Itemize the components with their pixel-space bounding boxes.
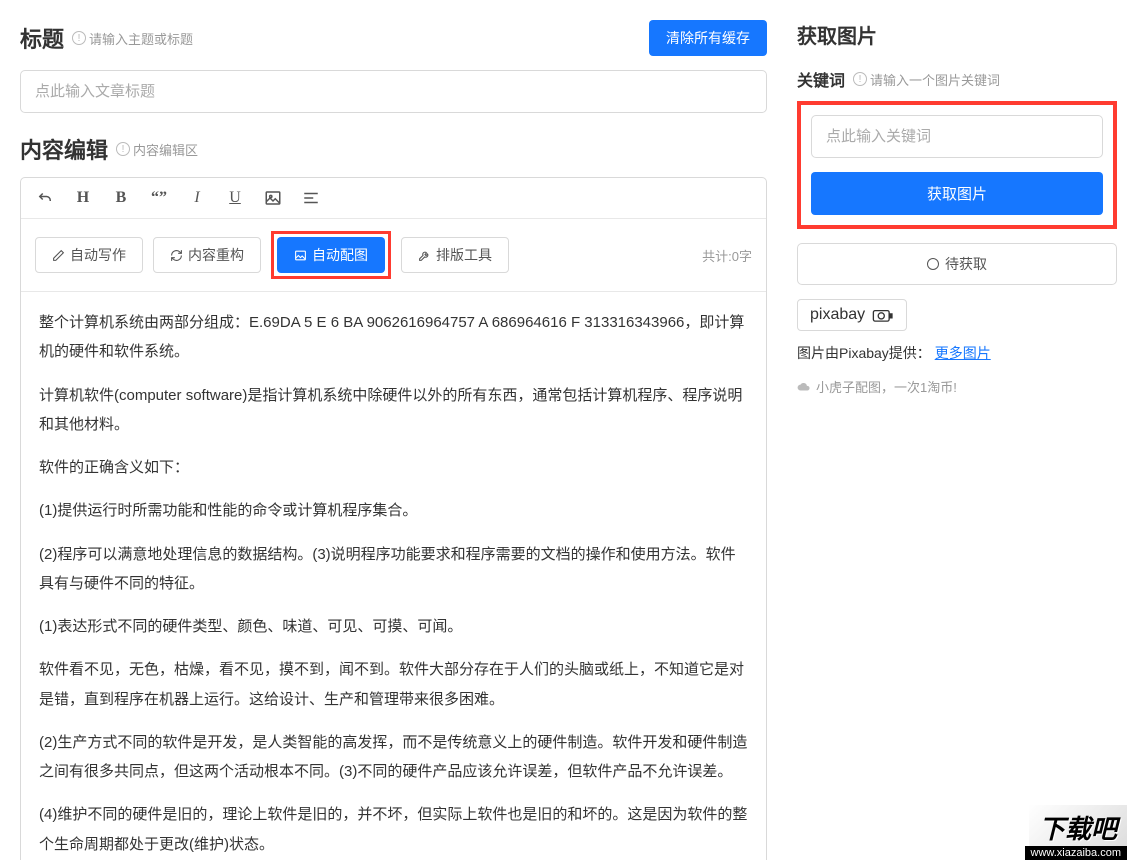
title-text: 标题 xyxy=(20,22,64,54)
title-label: 标题 ! 请输入主题或标题 xyxy=(20,22,193,54)
content-p: (1)提供运行时所需功能和性能的命令或计算机程序集合。 xyxy=(39,496,748,525)
bold-icon[interactable]: B xyxy=(111,188,131,208)
editor-content[interactable]: 整个计算机系统由两部分组成：E.69DA 5 E 6 BA 9062616964… xyxy=(21,292,766,860)
camera-icon xyxy=(872,308,894,322)
article-title-input[interactable] xyxy=(20,70,767,113)
content-hint: ! 内容编辑区 xyxy=(116,140,198,159)
content-p: 软件的正确含义如下： xyxy=(39,453,748,482)
align-icon[interactable] xyxy=(301,188,321,208)
title-hint: ! 请输入主题或标题 xyxy=(72,29,193,48)
info-icon: ! xyxy=(72,31,86,45)
auto-image-label: 自动配图 xyxy=(312,245,368,265)
picture-icon xyxy=(294,249,307,262)
char-count: 共计:0字 xyxy=(702,246,752,265)
circle-icon xyxy=(927,258,939,270)
pending-text: 待获取 xyxy=(945,254,987,274)
editor-box: H B “” I U 自动写作 内容重构 xyxy=(20,177,767,860)
pixabay-text: pixabay xyxy=(810,306,865,323)
action-toolbar: 自动写作 内容重构 自动配图 排版工具 共计:0字 xyxy=(21,219,766,292)
content-rebuild-button[interactable]: 内容重构 xyxy=(153,237,261,273)
pending-status: 待获取 xyxy=(797,243,1117,285)
info-icon: ! xyxy=(116,142,130,156)
format-toolbar: H B “” I U xyxy=(21,178,766,219)
keyword-highlight-box: 获取图片 xyxy=(797,101,1117,229)
content-p: 计算机软件(computer software)是指计算机系统中除硬件以外的所有… xyxy=(39,381,748,440)
more-images-link[interactable]: 更多图片 xyxy=(935,345,991,361)
underline-icon[interactable]: U xyxy=(225,188,245,208)
provider-line: 图片由Pixabay提供： 更多图片 xyxy=(797,343,1117,363)
provider-text: 图片由Pixabay提供： xyxy=(797,345,931,361)
fetch-image-button[interactable]: 获取图片 xyxy=(811,172,1103,215)
content-p: (1)表达形式不同的硬件类型、颜色、味道、可见、可摸、可闻。 xyxy=(39,612,748,641)
quote-icon[interactable]: “” xyxy=(149,188,169,208)
auto-image-button[interactable]: 自动配图 xyxy=(277,237,385,273)
keyword-label: 关键词 ! 请输入一个图片关键词 xyxy=(797,67,1117,91)
tool-icon xyxy=(418,249,431,262)
undo-icon[interactable] xyxy=(35,188,55,208)
credit-line: 小虎子配图，一次1淘币! xyxy=(797,377,1117,396)
pencil-icon xyxy=(52,249,65,262)
italic-icon[interactable]: I xyxy=(187,188,207,208)
title-header: 标题 ! 请输入主题或标题 清除所有缓存 xyxy=(20,20,767,56)
image-icon[interactable] xyxy=(263,188,283,208)
clear-cache-button[interactable]: 清除所有缓存 xyxy=(649,20,767,56)
watermark: 下载吧 xyxy=(1029,805,1127,850)
content-edit-label: 内容编辑 ! 内容编辑区 xyxy=(20,133,767,165)
info-icon: ! xyxy=(853,72,867,86)
keyword-hint: ! 请输入一个图片关键词 xyxy=(853,70,1000,89)
auto-image-highlight: 自动配图 xyxy=(271,231,391,279)
cloud-icon xyxy=(797,382,811,392)
pixabay-logo: pixabay xyxy=(797,299,907,331)
keyword-label-text: 关键词 xyxy=(797,67,845,91)
content-p: 整个计算机系统由两部分组成：E.69DA 5 E 6 BA 9062616964… xyxy=(39,308,748,367)
content-rebuild-label: 内容重构 xyxy=(188,245,244,265)
content-p: (2)生产方式不同的软件是开发，是人类智能的高发挥，而不是传统意义上的硬件制造。… xyxy=(39,728,748,787)
heading-icon[interactable]: H xyxy=(73,188,93,208)
title-hint-text: 请输入主题或标题 xyxy=(89,29,193,48)
layout-tool-label: 排版工具 xyxy=(436,245,492,265)
content-p: 软件看不见，无色，枯燥，看不见，摸不到，闻不到。软件大部分存在于人们的头脑或纸上… xyxy=(39,655,748,714)
refresh-icon xyxy=(170,249,183,262)
content-p: (2)程序可以满意地处理信息的数据结构。(3)说明程序功能要求和程序需要的文档的… xyxy=(39,540,748,599)
auto-write-label: 自动写作 xyxy=(70,245,126,265)
auto-write-button[interactable]: 自动写作 xyxy=(35,237,143,273)
content-edit-text: 内容编辑 xyxy=(20,133,108,165)
credit-text: 小虎子配图，一次1淘币! xyxy=(816,377,957,396)
watermark-url: www.xiazaiba.com xyxy=(1025,846,1127,860)
layout-tool-button[interactable]: 排版工具 xyxy=(401,237,509,273)
keyword-hint-text: 请输入一个图片关键词 xyxy=(870,70,1000,89)
keyword-input[interactable] xyxy=(811,115,1103,158)
sidebar-title: 获取图片 xyxy=(797,20,1117,49)
content-p: (4)维护不同的硬件是旧的，理论上软件是旧的，并不坏，但实际上软件也是旧的和坏的… xyxy=(39,800,748,859)
content-hint-text: 内容编辑区 xyxy=(133,140,198,159)
